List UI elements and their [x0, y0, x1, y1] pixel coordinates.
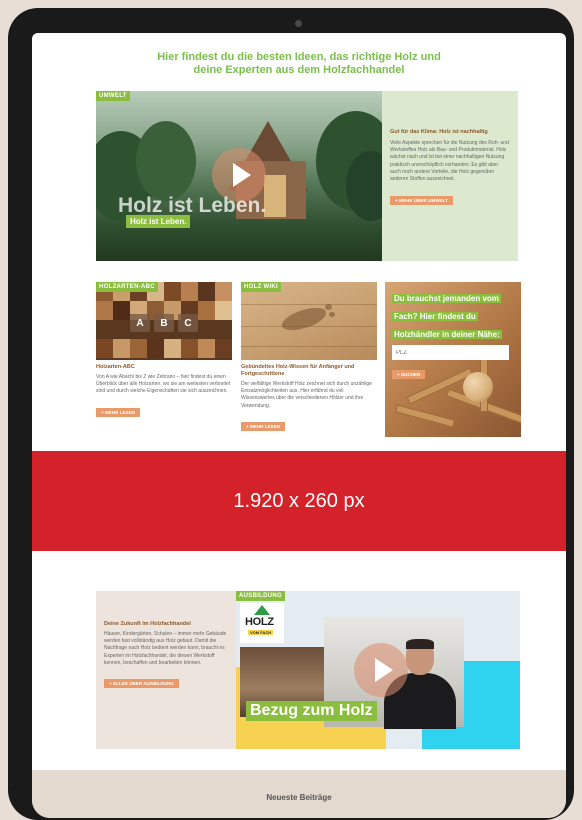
hero-text-panel: Gut für das Klima: Holz ist nachhaltig V…	[382, 91, 518, 261]
training-body: Häuser, Kindergärten, Schulen – immer me…	[104, 631, 227, 666]
wood-tile	[96, 339, 113, 358]
card-body-wiki: Der vielfältige Werkstoff Holz zeichnet …	[241, 381, 372, 409]
hero-overlay-label: Holz ist Leben.	[126, 215, 191, 228]
hero-body: Viele Aspekte sprechen für die Nutzung d…	[390, 140, 509, 183]
headline-line-2: deine Experten aus dem Holzfachhandel	[193, 64, 405, 76]
wood-tile	[215, 339, 232, 358]
play-icon[interactable]	[354, 643, 408, 697]
dealer-search-card: Du brauchst jemanden vom Fach? Hier find…	[385, 282, 521, 437]
toe-shape	[325, 304, 332, 310]
maze-block	[394, 404, 456, 428]
logo-word: HOLZ	[245, 616, 274, 628]
more-abc-button[interactable]: + MEHR LESEN	[96, 407, 141, 417]
training-video[interactable]: HOLZ VOM FACH Bezug zum Holz AUSBILDUNG	[236, 591, 520, 749]
more-training-button[interactable]: + ALLES ÜBER AUSBILDUNG	[104, 679, 179, 689]
latest-posts-section: Neueste Beiträge	[32, 770, 566, 818]
training-text: Deine Zukunft im Holzfachhandel Häuser, …	[104, 621, 232, 690]
person-hair	[406, 639, 434, 649]
letter-a: A	[130, 314, 150, 332]
page-headline: Hier findest du die besten Ideen, das ri…	[32, 51, 566, 77]
card-text-wiki: Gebündeltes Holz-Wissen für Anfänger und…	[241, 364, 377, 433]
plank-line	[241, 346, 377, 347]
wooden-ball	[463, 372, 493, 402]
wood-tile	[164, 282, 181, 301]
wood-tile	[96, 301, 113, 320]
badge-holz-wiki: HOLZ WIKI	[241, 282, 282, 292]
banner-text: 1.920 x 260 px	[233, 489, 365, 512]
badge-umwelt: UMWELT	[96, 91, 130, 101]
wood-tile	[215, 282, 232, 301]
card-title-abc: Holzarten-ABC	[96, 364, 135, 370]
wood-tile	[113, 339, 130, 358]
plank-line	[241, 304, 377, 305]
tree-icon	[254, 605, 270, 615]
wood-tile	[164, 339, 181, 358]
logo-sub: VOM FACH	[248, 630, 274, 635]
ad-banner-placeholder: 1.920 x 260 px	[32, 451, 566, 551]
card-body-abc: Von A wie Abachi bis Z wie Zebrano – hie…	[96, 374, 231, 395]
card-image-wiki[interactable]: HOLZ WIKI	[241, 282, 377, 360]
search-button[interactable]: + SUCHEN	[392, 370, 426, 379]
card-image-abc[interactable]: A B C HOLZARTEN-ABC	[96, 282, 232, 360]
plz-input[interactable]	[392, 345, 509, 360]
wood-tile	[147, 339, 164, 358]
tree-shape	[136, 121, 196, 201]
camera-dot	[295, 20, 302, 27]
training-title: Deine Zukunft im Holzfachhandel	[104, 621, 191, 627]
toe-shape	[329, 312, 335, 317]
card-text-abc: Holzarten-ABC Von A wie Abachi bis Z wie…	[96, 364, 232, 419]
more-wiki-button[interactable]: + MEHR LESEN	[241, 421, 286, 431]
wood-tile	[181, 339, 198, 358]
wood-tile	[130, 339, 147, 358]
wood-tile	[181, 282, 198, 301]
hero-video[interactable]: Holz ist Leben. Holz ist Leben. UMWELT	[96, 91, 382, 261]
headline-line-1: Hier findest du die besten Ideen, das ri…	[157, 51, 441, 63]
training-section: Deine Zukunft im Holzfachhandel Häuser, …	[96, 591, 520, 749]
abc-letter-tiles: A B C	[130, 314, 198, 332]
more-umwelt-button[interactable]: + MEHR ÜBER UMWELT	[390, 196, 453, 206]
letter-c: C	[178, 314, 198, 332]
badge-ausbildung: AUSBILDUNG	[236, 591, 285, 601]
latest-posts-title: Neueste Beiträge	[266, 793, 332, 802]
search-question-text: Du brauchst jemanden vom Fach? Hier find…	[392, 294, 502, 339]
letter-b: B	[154, 314, 174, 332]
video-caption: Bezug zum Holz	[246, 701, 377, 721]
cabin-window	[264, 175, 286, 217]
wood-tile	[198, 339, 215, 358]
wood-tile	[215, 301, 232, 320]
holz-vom-fach-logo: HOLZ VOM FACH	[240, 603, 284, 643]
screen: Hier findest du die besten Ideen, das ri…	[32, 33, 566, 818]
tablet-frame: Hier findest du die besten Ideen, das ri…	[8, 8, 574, 820]
wood-tile	[198, 301, 215, 320]
footprint-icon	[279, 303, 329, 335]
search-question: Du brauchst jemanden vom Fach? Hier find…	[392, 288, 514, 342]
wood-tile	[198, 282, 215, 301]
card-title-wiki: Gebündeltes Holz-Wissen für Anfänger und…	[241, 364, 355, 377]
badge-holzarten-abc: HOLZARTEN-ABC	[96, 282, 158, 292]
hero-title: Gut für das Klima: Holz ist nachhaltig	[390, 129, 488, 135]
wood-tile	[113, 301, 130, 320]
